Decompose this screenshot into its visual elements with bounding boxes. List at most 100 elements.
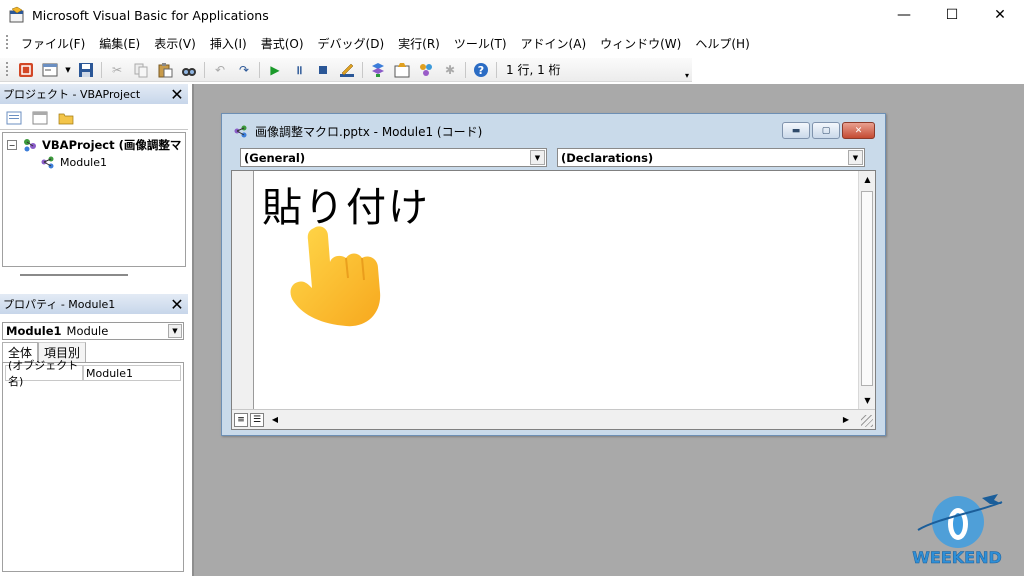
- property-name-label: (オブジェクト名): [5, 359, 83, 388]
- tree-node-module1[interactable]: Module1: [39, 155, 107, 169]
- insert-dropdown-icon[interactable]: ▼: [64, 60, 72, 80]
- full-module-view-icon[interactable]: ☰: [250, 412, 264, 427]
- save-icon[interactable]: [76, 60, 96, 80]
- project-tree: − VBAProject (画像調整マ Module1: [2, 132, 186, 267]
- insert-userform-icon[interactable]: [40, 60, 60, 80]
- object-select-name: Module1: [6, 324, 62, 338]
- vbaproject-label: VBAProject (画像調整マ: [42, 138, 182, 152]
- view-object-icon[interactable]: [30, 109, 50, 127]
- procedure-combo[interactable]: (Declarations) ▼: [557, 148, 865, 167]
- scroll-left-icon[interactable]: ◀: [268, 415, 282, 424]
- object-browser-icon[interactable]: [416, 60, 436, 80]
- undo-icon[interactable]: ↶: [210, 60, 230, 80]
- procedure-view-icon[interactable]: ≡: [234, 412, 248, 427]
- project-explorer-icon[interactable]: [368, 60, 388, 80]
- resize-grip[interactable]: [861, 415, 873, 427]
- view-code-icon[interactable]: [4, 109, 24, 127]
- project-pane-close-icon[interactable]: ✕: [168, 85, 186, 104]
- properties-pane-close-icon[interactable]: ✕: [168, 295, 186, 314]
- redo-icon[interactable]: ↷: [234, 60, 254, 80]
- toolbar-separator: [362, 61, 363, 78]
- run-icon[interactable]: ▶: [265, 60, 285, 80]
- project-pane-header: プロジェクト - VBAProject ✕: [0, 84, 188, 104]
- vba-app-icon: [9, 6, 24, 23]
- vertical-scrollbar[interactable]: ▲ ▼: [858, 171, 875, 409]
- cursor-position: 1 行, 1 桁: [506, 63, 561, 77]
- properties-grid: (オブジェクト名) Module1: [2, 359, 184, 572]
- scroll-down-icon[interactable]: ▼: [859, 392, 876, 409]
- menu-format[interactable]: 書式(O): [254, 35, 311, 52]
- chevron-down-icon[interactable]: ▼: [530, 150, 545, 165]
- menu-tools[interactable]: ツール(T): [447, 35, 514, 52]
- margin-indicator-bar[interactable]: [232, 171, 254, 409]
- help-icon[interactable]: ?: [471, 60, 491, 80]
- toolbar-grip[interactable]: [6, 61, 8, 78]
- toggle-folders-icon[interactable]: [56, 109, 76, 127]
- code-window-title: 画像調整マクロ.pptx - Module1 (コード): [255, 124, 483, 139]
- svg-text:?: ?: [478, 64, 484, 77]
- toolbox-icon[interactable]: ✱: [440, 60, 460, 80]
- properties-pane-title: プロパティ - Module1: [3, 298, 116, 311]
- menu-insert[interactable]: 挿入(I): [203, 35, 254, 52]
- find-icon[interactable]: [179, 60, 199, 80]
- toolbar-separator: [259, 61, 260, 78]
- properties-pane-header: プロパティ - Module1 ✕: [0, 294, 188, 314]
- object-select-type: Module: [66, 324, 109, 338]
- toolbar-separator: [465, 61, 466, 78]
- project-hscrollbar[interactable]: [20, 274, 128, 276]
- module-icon: [41, 156, 54, 169]
- object-combo-value: (General): [244, 150, 306, 165]
- toolbar-separator: [496, 61, 497, 78]
- vbaproject-icon: [24, 139, 36, 152]
- menu-help[interactable]: ヘルプ(H): [688, 35, 756, 52]
- menu-bar: ファイル(F) 編集(E) 表示(V) 挿入(I) 書式(O) デバッグ(D) …: [0, 32, 1024, 54]
- horizontal-scrollbar[interactable]: ≡ ☰ ◀ ▶: [232, 409, 875, 429]
- weekend-watermark-logo: WEEKEND: [898, 490, 1016, 572]
- menubar-grip[interactable]: [6, 35, 8, 51]
- code-window-minimize-button[interactable]: ▬: [782, 122, 810, 139]
- toolbar-options-icon[interactable]: ▾: [682, 60, 692, 80]
- toolbar-separator: [101, 61, 102, 78]
- chevron-down-icon[interactable]: ▼: [848, 150, 863, 165]
- menu-debug[interactable]: デバッグ(D): [311, 35, 392, 52]
- chevron-down-icon[interactable]: ▼: [168, 324, 182, 338]
- menu-file[interactable]: ファイル(F): [14, 35, 92, 52]
- collapse-icon[interactable]: −: [7, 140, 17, 150]
- window-title: Microsoft Visual Basic for Applications: [32, 7, 269, 23]
- object-combo[interactable]: (General) ▼: [240, 148, 547, 167]
- break-icon[interactable]: ॥: [289, 60, 309, 80]
- menu-window[interactable]: ウィンドウ(W): [593, 35, 688, 52]
- standard-toolbar: ▼ ✂ ↶ ↷ ▶ ॥ ✱ ? 1 行, 1 桁 ▾: [0, 58, 692, 82]
- reset-icon[interactable]: [313, 60, 333, 80]
- code-window-restore-button[interactable]: ▢: [812, 122, 840, 139]
- tree-node-vbaproject[interactable]: − VBAProject (画像調整マ: [7, 137, 181, 153]
- property-row-name[interactable]: (オブジェクト名) Module1: [5, 359, 181, 388]
- title-bar: Microsoft Visual Basic for Applications …: [0, 0, 1024, 30]
- cut-icon[interactable]: ✂: [107, 60, 127, 80]
- left-dock: プロジェクト - VBAProject ✕ − VBAProject (画像調整…: [0, 84, 190, 576]
- globe-plane-icon: [917, 494, 1003, 548]
- menu-edit[interactable]: 編集(E): [92, 35, 147, 52]
- menu-view[interactable]: 表示(V): [147, 35, 203, 52]
- code-window-titlebar[interactable]: 画像調整マクロ.pptx - Module1 (コード) ▬ ▢ ✕: [222, 114, 885, 148]
- properties-window-icon[interactable]: [392, 60, 412, 80]
- procedure-combo-value: (Declarations): [561, 150, 654, 165]
- view-host-app-icon[interactable]: [16, 60, 36, 80]
- toolbar-separator: [204, 61, 205, 78]
- scroll-up-icon[interactable]: ▲: [859, 171, 876, 188]
- copy-icon[interactable]: [131, 60, 151, 80]
- scroll-right-icon[interactable]: ▶: [839, 415, 853, 424]
- project-pane-toolbar: [0, 106, 188, 130]
- close-button[interactable]: ✕: [976, 0, 1024, 30]
- scroll-track[interactable]: [861, 191, 873, 386]
- design-mode-icon[interactable]: [337, 60, 357, 80]
- menu-run[interactable]: 実行(R): [391, 35, 447, 52]
- code-window-close-button[interactable]: ✕: [842, 122, 875, 139]
- paste-icon[interactable]: [155, 60, 175, 80]
- property-name-value[interactable]: Module1: [83, 365, 181, 381]
- properties-object-select[interactable]: Module1 Module ▼: [2, 322, 184, 340]
- watermark-text: WEEKEND: [912, 548, 1002, 568]
- menu-addins[interactable]: アドイン(A): [514, 35, 594, 52]
- minimize-button[interactable]: —: [880, 0, 928, 30]
- maximize-button[interactable]: ☐: [928, 0, 976, 30]
